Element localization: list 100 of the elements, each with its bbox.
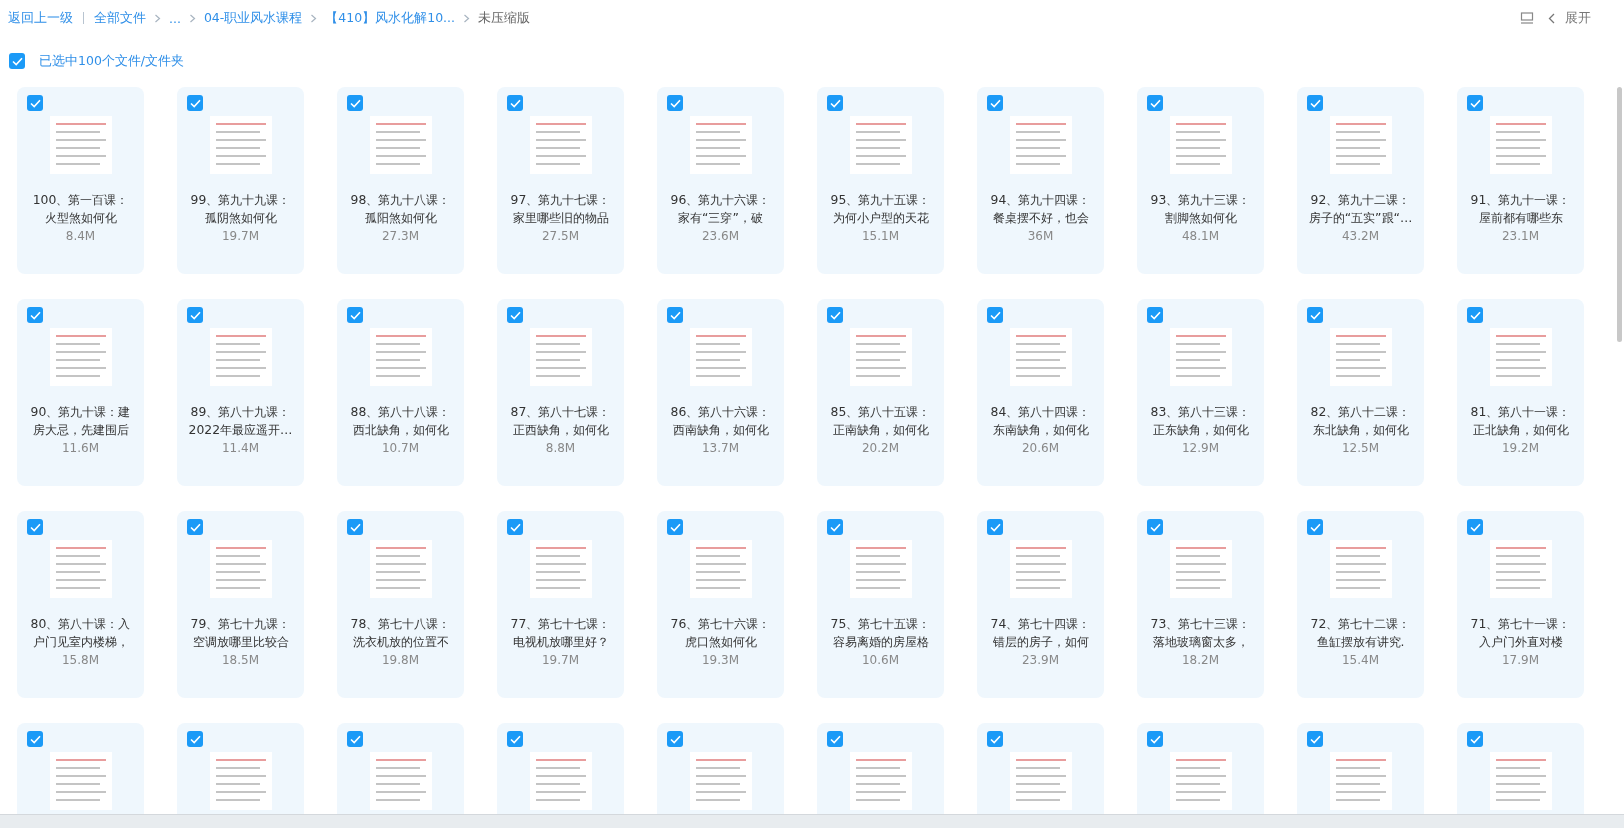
list-view-icon[interactable] (1520, 11, 1534, 25)
breadcrumb-link[interactable]: 【410】风水化解10... (325, 9, 456, 27)
file-card[interactable]: 91、第九十一课： 屋前都有哪些东 23.1M (1457, 87, 1584, 274)
file-size: 11.4M (221, 441, 260, 455)
file-checkbox[interactable] (827, 731, 843, 747)
file-checkbox[interactable] (1467, 519, 1483, 535)
file-checkbox[interactable] (1147, 731, 1163, 747)
scrollbar-thumb[interactable] (1617, 87, 1622, 342)
file-name: 81、第八十一课： 正北缺角，如何化 (1470, 403, 1571, 439)
file-checkbox[interactable] (347, 307, 363, 323)
file-card[interactable]: 84、第八十四课： 东南缺角，如何化 20.6M (977, 299, 1104, 486)
file-card[interactable]: 74、第七十四课： 错层的房子，如何 23.9M (977, 511, 1104, 698)
file-checkbox[interactable] (347, 731, 363, 747)
file-checkbox[interactable] (187, 95, 203, 111)
file-card[interactable]: 76、第七十六课： 虎口煞如何化 19.3M (657, 511, 784, 698)
file-checkbox[interactable] (1467, 731, 1483, 747)
file-card[interactable]: 83、第八十三课： 正东缺角，如何化 12.9M (1137, 299, 1264, 486)
file-checkbox[interactable] (187, 519, 203, 535)
file-checkbox[interactable] (987, 519, 1003, 535)
file-checkbox[interactable] (987, 731, 1003, 747)
breadcrumb-link[interactable]: 04-职业风水课程 (203, 9, 303, 27)
file-card[interactable]: 96、第九十六课： 家有“三穿”，破 23.6M (657, 87, 784, 274)
file-checkbox[interactable] (27, 95, 43, 111)
file-card[interactable]: 75、第七十五课： 容易离婚的房屋格 10.6M (817, 511, 944, 698)
file-card[interactable]: 100、第一百课： 火型煞如何化 8.4M (17, 87, 144, 274)
breadcrumb-link[interactable]: 全部文件 (94, 9, 146, 27)
file-name: 86、第八十六课： 西南缺角，如何化 (670, 403, 771, 439)
file-size: 18.2M (1181, 653, 1220, 667)
file-checkbox[interactable] (1147, 307, 1163, 323)
file-checkbox[interactable] (1467, 307, 1483, 323)
file-checkbox[interactable] (187, 731, 203, 747)
file-checkbox[interactable] (1147, 95, 1163, 111)
file-card[interactable]: 85、第八十五课： 正南缺角，如何化 20.2M (817, 299, 944, 486)
file-card[interactable]: 72、第七十二课： 鱼缸摆放有讲究. 15.4M (1297, 511, 1424, 698)
file-card[interactable]: 92、第九十二课： 房子的“五实”跟“… 43.2M (1297, 87, 1424, 274)
file-checkbox[interactable] (187, 307, 203, 323)
selection-count: 已选中100个文件/文件夹 (39, 52, 185, 70)
file-checkbox[interactable] (1467, 95, 1483, 111)
file-card[interactable]: 81、第八十一课： 正北缺角，如何化 19.2M (1457, 299, 1584, 486)
file-card[interactable]: 73、第七十三课： 落地玻璃窗太多， 18.2M (1137, 511, 1264, 698)
file-checkbox[interactable] (347, 519, 363, 535)
file-card[interactable]: 89、第八十九课： 2022年最应遥开… 11.4M (177, 299, 304, 486)
file-card[interactable]: 80、第八十课：入 户门见室内楼梯， 15.8M (17, 511, 144, 698)
file-checkbox[interactable] (507, 519, 523, 535)
file-size: 19.7M (541, 653, 580, 667)
file-checkbox[interactable] (827, 307, 843, 323)
breadcrumb-link[interactable]: ... (169, 10, 181, 26)
file-checkbox[interactable] (27, 307, 43, 323)
file-card[interactable]: 82、第八十二课： 东北缺角，如何化 12.5M (1297, 299, 1424, 486)
file-checkbox[interactable] (667, 307, 683, 323)
file-card[interactable]: 86、第八十六课： 西南缺角，如何化 13.7M (657, 299, 784, 486)
file-checkbox[interactable] (1307, 519, 1323, 535)
file-checkbox[interactable] (27, 731, 43, 747)
file-size: 13.7M (701, 441, 740, 455)
file-checkbox[interactable] (667, 731, 683, 747)
file-checkbox[interactable] (1307, 307, 1323, 323)
file-checkbox[interactable] (347, 95, 363, 111)
file-size: 18.5M (221, 653, 260, 667)
file-checkbox[interactable] (507, 731, 523, 747)
file-size: 10.6M (861, 653, 900, 667)
file-name: 92、第九十二课： 房子的“五实”跟“… (1308, 191, 1413, 227)
file-name: 82、第八十二课： 东北缺角，如何化 (1310, 403, 1411, 439)
file-card[interactable]: 88、第八十八课： 西北缺角，如何化 10.7M (337, 299, 464, 486)
file-size: 15.8M (61, 653, 100, 667)
file-checkbox[interactable] (987, 307, 1003, 323)
file-card[interactable]: 71、第七十一课： 入户门外直对楼 17.9M (1457, 511, 1584, 698)
file-checkbox[interactable] (1147, 519, 1163, 535)
file-card[interactable]: 94、第九十四课： 餐桌摆不好，也会 36M (977, 87, 1104, 274)
file-checkbox[interactable] (667, 519, 683, 535)
file-name: 95、第九十五课： 为何小户型的天花 (830, 191, 931, 227)
file-card[interactable]: 90、第九十课：建 房大忌，先建围后 11.6M (17, 299, 144, 486)
file-card[interactable]: 78、第七十八课： 洗衣机放的位置不 19.8M (337, 511, 464, 698)
file-card[interactable]: 99、第九十九课： 孤阴煞如何化 19.7M (177, 87, 304, 274)
file-checkbox[interactable] (827, 519, 843, 535)
file-checkbox[interactable] (987, 95, 1003, 111)
file-name: 74、第七十四课： 错层的房子，如何 (990, 615, 1091, 651)
file-name: 97、第九十七课： 家里哪些旧的物品 (510, 191, 611, 227)
file-checkbox[interactable] (507, 307, 523, 323)
back-link[interactable]: 返回上一级 (8, 9, 73, 27)
file-card[interactable]: 98、第九十八课： 孤阳煞如何化 27.3M (337, 87, 464, 274)
file-name: 93、第九十三课： 割脚煞如何化 (1150, 191, 1251, 227)
file-card[interactable]: 97、第九十七课： 家里哪些旧的物品 27.5M (497, 87, 624, 274)
expand-button[interactable]: 展开 (1548, 9, 1591, 27)
file-checkbox[interactable] (1307, 731, 1323, 747)
file-card[interactable]: 95、第九十五课： 为何小户型的天花 15.1M (817, 87, 944, 274)
file-checkbox[interactable] (27, 519, 43, 535)
file-card[interactable]: 77、第七十七课： 电视机放哪里好？ 19.7M (497, 511, 624, 698)
file-name: 94、第九十四课： 餐桌摆不好，也会 (990, 191, 1091, 227)
file-card[interactable]: 87、第八十七课： 正西缺角，如何化 8.8M (497, 299, 624, 486)
file-size: 19.7M (221, 229, 260, 243)
file-size: 48.1M (1181, 229, 1220, 243)
file-checkbox[interactable] (667, 95, 683, 111)
file-name: 98、第九十八课： 孤阳煞如何化 (350, 191, 451, 227)
file-checkbox[interactable] (1307, 95, 1323, 111)
file-size: 36M (1027, 229, 1054, 243)
file-checkbox[interactable] (507, 95, 523, 111)
file-card[interactable]: 79、第七十九课： 空调放哪里比较合 18.5M (177, 511, 304, 698)
file-card[interactable]: 93、第九十三课： 割脚煞如何化 48.1M (1137, 87, 1264, 274)
select-all-checkbox[interactable] (9, 53, 25, 69)
file-checkbox[interactable] (827, 95, 843, 111)
